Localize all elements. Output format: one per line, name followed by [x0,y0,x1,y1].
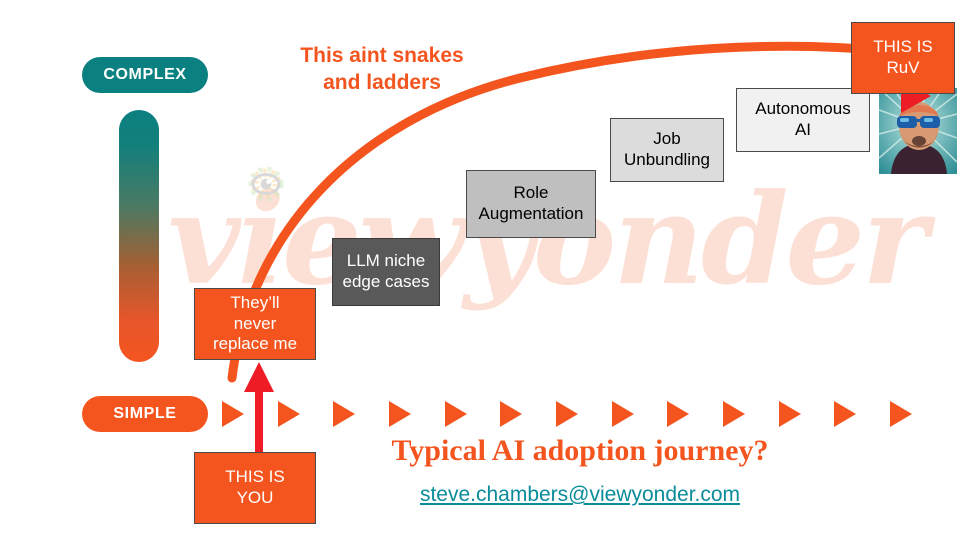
stage-box-label: LLM niche edge cases [342,251,430,291]
arrow-right-icon [388,401,411,427]
this-is-you-marker-box[interactable]: THIS IS YOU [194,452,316,524]
callout-heading: This aint snakes and ladders [272,42,492,97]
simple-label-badge: SIMPLE [82,396,208,432]
email-link[interactable]: steve.chambers@viewyonder.com [330,483,830,507]
stage-box-label: THIS IS RuV [873,37,933,77]
stage-box-llm-niche-edge-cases[interactable]: LLM niche edge cases [332,238,440,306]
complexity-gradient-bar [119,110,159,362]
arrow-right-icon [611,401,634,427]
slide-canvas: viewyonder COMPLEX SIMPLE They’ll never … [0,0,960,540]
arrow-right-icon [778,401,801,427]
stage-box-label: Autonomous AI [755,99,851,139]
stage-box-label: Role Augmentation [478,183,584,223]
stage-box-job-unbundling[interactable]: Job Unbundling [610,118,724,182]
arrow-right-icon [222,401,244,427]
arrow-right-icon [667,401,690,427]
stage-box-label: They’ll never replace me [212,292,298,354]
arrow-right-icon [500,401,523,427]
callout-line-1: This aint snakes [300,44,464,67]
stage-box-role-augmentation[interactable]: Role Augmentation [466,170,596,238]
arrow-right-icon [277,401,300,427]
complex-label-badge: COMPLEX [82,57,208,93]
stage-box-theyll-never-replace-me[interactable]: They’ll never replace me [194,288,316,360]
progress-arrow-row [222,400,912,428]
stage-box-this-is-ruv[interactable]: THIS IS RuV [851,22,955,94]
stage-box-autonomous-ai[interactable]: Autonomous AI [736,88,870,152]
arrow-right-icon [889,401,912,427]
arrow-right-icon [834,401,857,427]
this-is-you-label: THIS IS YOU [225,467,285,507]
arrow-right-icon [444,401,467,427]
callout-line-2: and ladders [323,71,441,95]
stage-box-label: Job Unbundling [623,129,710,169]
arrow-right-icon [722,401,745,427]
page-title: Typical AI adoption journey? [391,434,769,467]
you-up-arrow-icon [244,362,274,460]
arrow-right-icon [555,401,578,427]
arrow-right-icon [333,401,356,427]
